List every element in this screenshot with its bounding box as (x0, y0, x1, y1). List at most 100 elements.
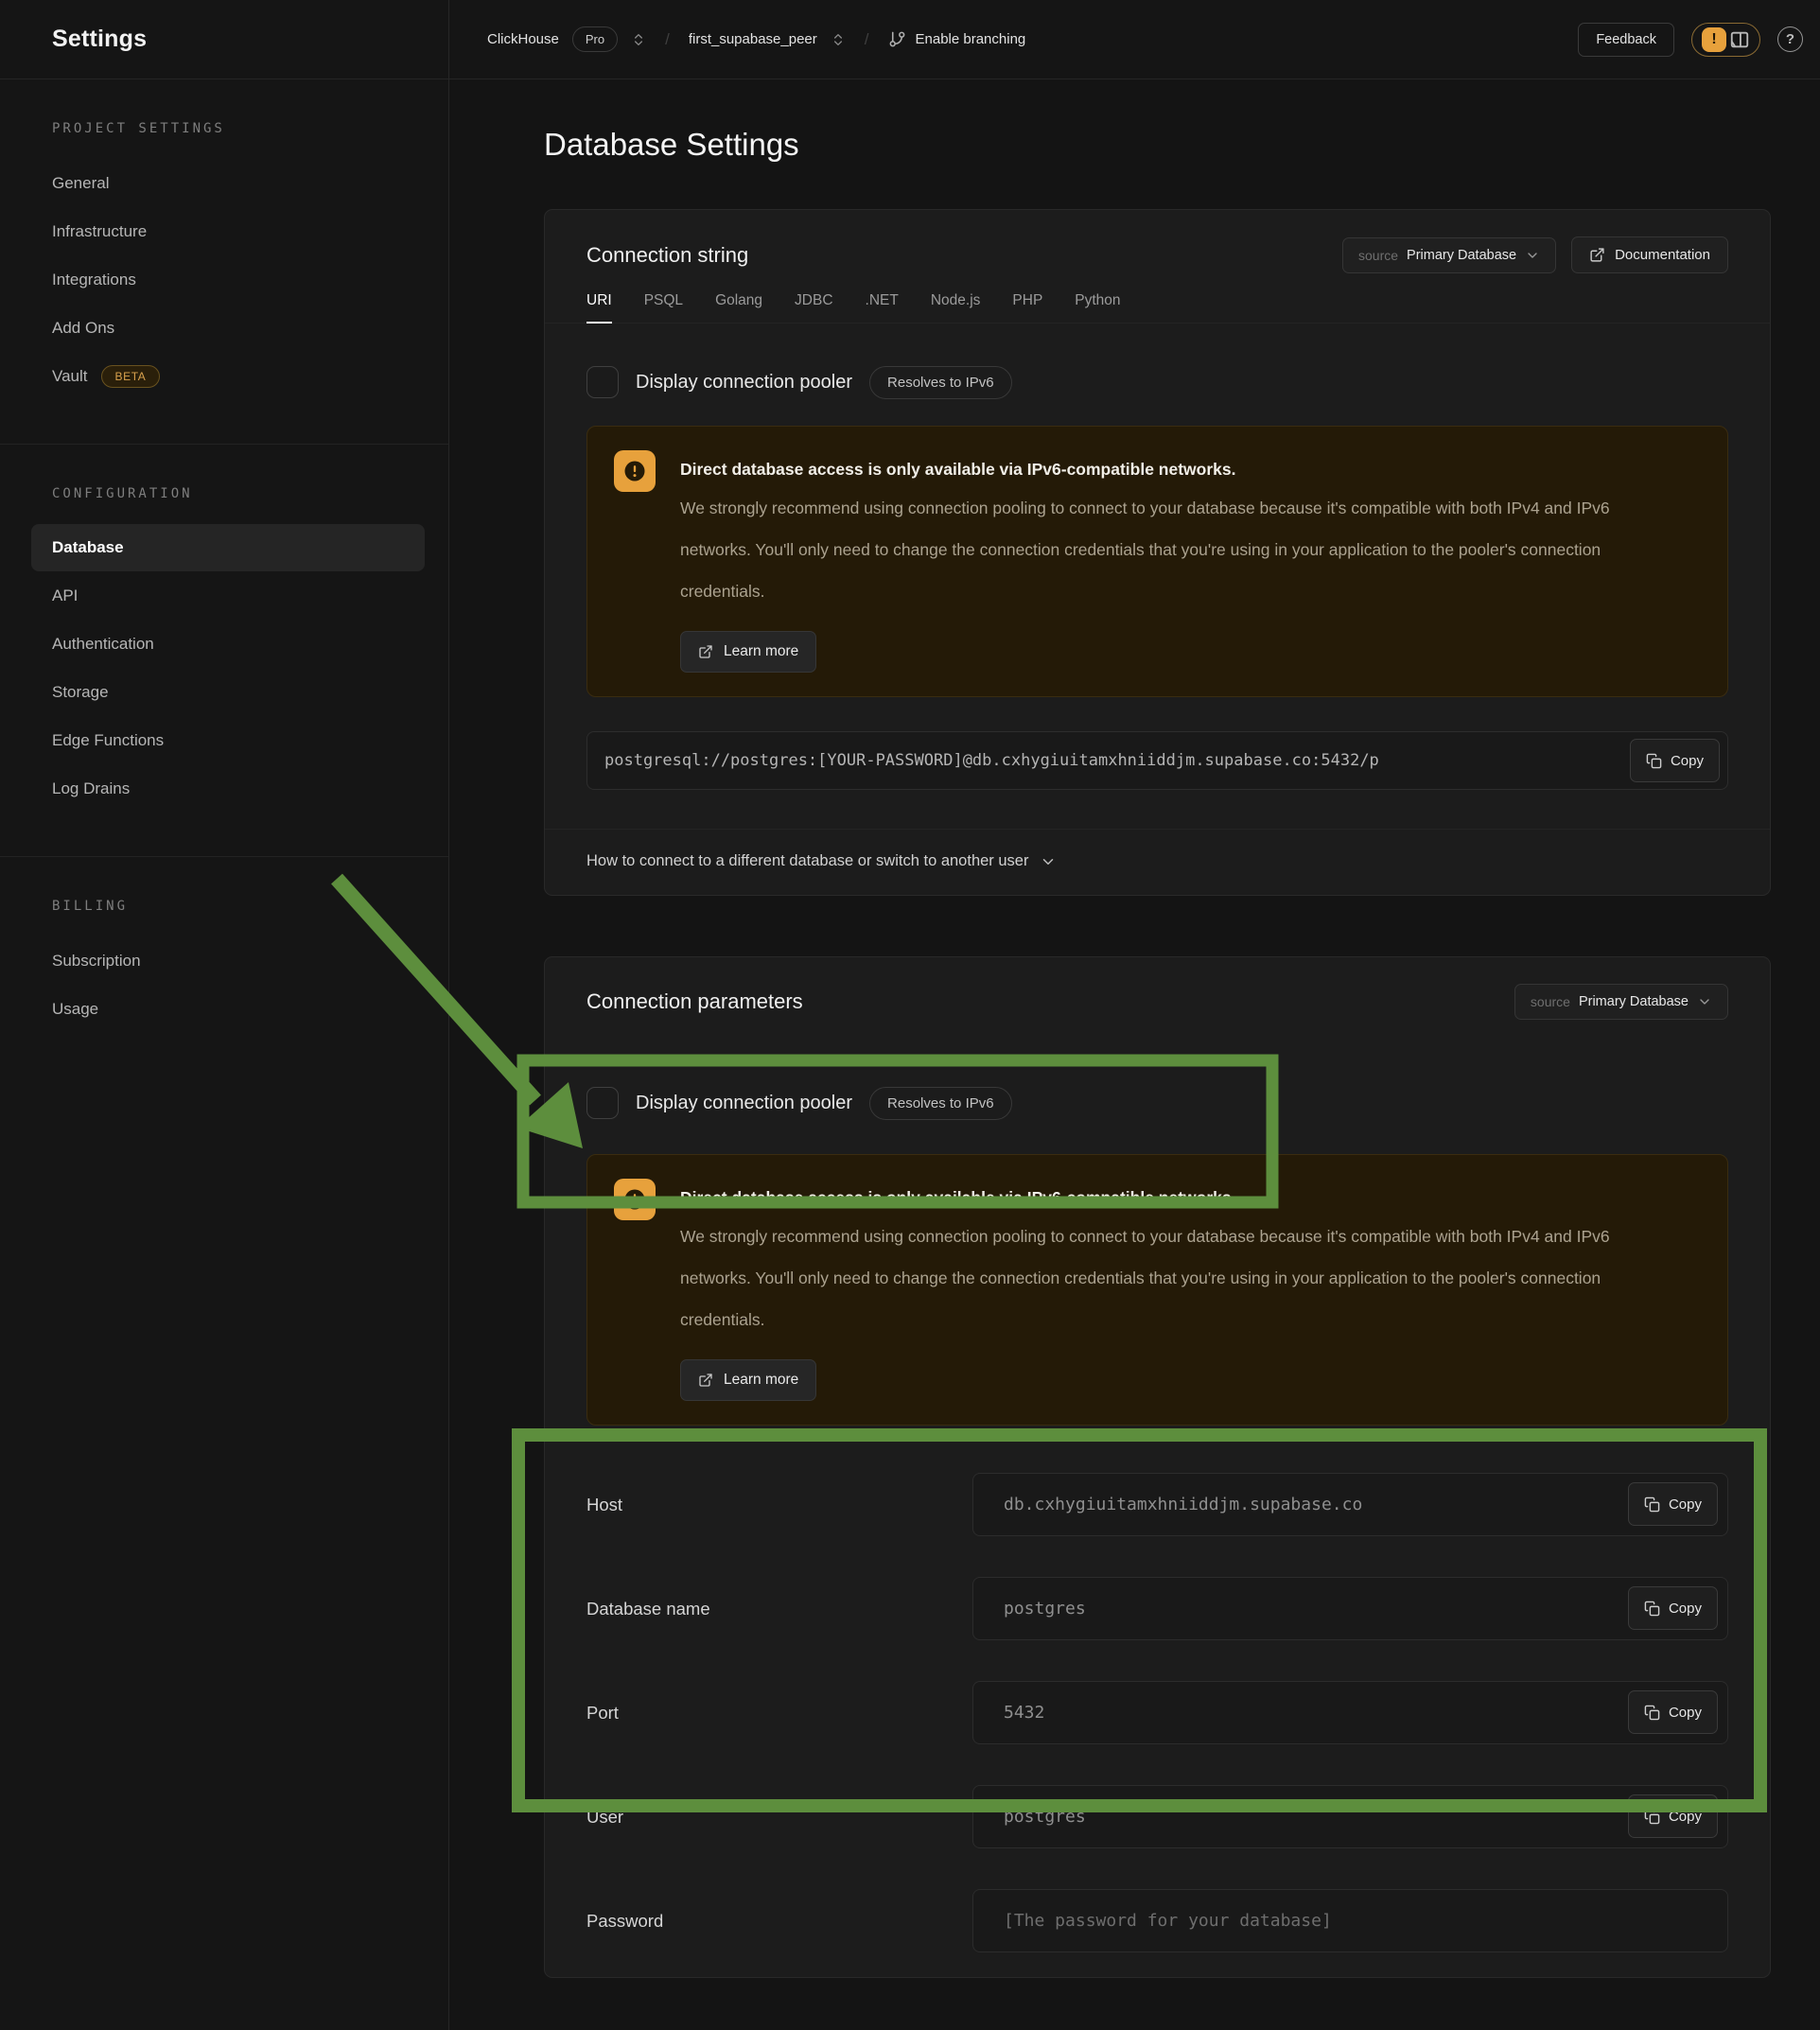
copy-icon (1644, 1809, 1660, 1825)
tab-psql[interactable]: PSQL (644, 292, 683, 324)
pooler-label: Display connection pooler (636, 372, 852, 394)
copy-icon (1644, 1705, 1660, 1721)
source-select[interactable]: source Primary Database (1342, 237, 1556, 273)
settings-title: Settings (52, 26, 147, 53)
topbar: ClickHouse Pro / first_supabase_peer / E… (449, 0, 1820, 79)
sidebar-header: Settings (0, 0, 448, 79)
sidebar-item-vault[interactable]: Vault BETA (52, 352, 425, 400)
sidebar-item-log-drains[interactable]: Log Drains (52, 764, 425, 813)
chevron-down-icon (1525, 248, 1540, 263)
panel-icon (1729, 29, 1750, 50)
port-row: Port 5432 Copy (586, 1681, 1728, 1744)
breadcrumb-separator: / (859, 30, 875, 49)
help-icon[interactable]: ? (1777, 26, 1803, 52)
chevron-down-icon (1697, 994, 1712, 1009)
main-content: Database Settings Connection string sour… (449, 79, 1820, 2030)
sidebar-item-general[interactable]: General (52, 159, 425, 207)
warning-title: Direct database access is only available… (680, 460, 1631, 480)
learn-more-button[interactable]: Learn more (680, 631, 816, 673)
sidebar-item-add-ons[interactable]: Add Ons (52, 304, 425, 352)
tab-uri[interactable]: URI (586, 292, 612, 324)
copy-user-button[interactable]: Copy (1628, 1794, 1718, 1838)
pooler-label: Display connection pooler (636, 1093, 852, 1114)
org-name[interactable]: ClickHouse (487, 31, 559, 47)
sidebar-item-infrastructure[interactable]: Infrastructure (52, 207, 425, 255)
learn-more-button[interactable]: Learn more (680, 1359, 816, 1401)
tab-php[interactable]: PHP (1012, 292, 1042, 324)
connection-parameters-title: Connection parameters (586, 989, 803, 1014)
copy-uri-button[interactable]: Copy (1630, 739, 1720, 782)
connect-help-expander[interactable]: How to connect to a different database o… (545, 829, 1770, 895)
alert-badge-icon: ! (1702, 27, 1726, 52)
sidebar-item-api[interactable]: API (52, 571, 425, 620)
section-label: CONFIGURATION (52, 486, 425, 501)
sidebar-item-edge-functions[interactable]: Edge Functions (52, 716, 425, 764)
git-branch-icon (888, 30, 906, 48)
org-switcher-chevrons-icon[interactable] (631, 32, 646, 47)
warning-icon (614, 450, 656, 492)
external-link-icon (1589, 247, 1605, 263)
port-label: Port (586, 1703, 972, 1724)
host-field[interactable]: db.cxhygiuitamxhniiddjm.supabase.co Copy (972, 1473, 1728, 1536)
user-row: User postgres Copy (586, 1785, 1728, 1848)
tab-golang[interactable]: Golang (715, 292, 762, 324)
ipv6-warning-panel: Direct database access is only available… (586, 426, 1728, 697)
connection-string-tabs: URI PSQL Golang JDBC .NET Node.js PHP Py… (545, 292, 1770, 324)
chevron-down-icon (1040, 853, 1057, 870)
tab-python[interactable]: Python (1075, 292, 1120, 324)
external-link-icon (698, 1373, 713, 1388)
copy-port-button[interactable]: Copy (1628, 1690, 1718, 1734)
sidebar-item-subscription[interactable]: Subscription (52, 936, 425, 985)
sidebar-item-database[interactable]: Database (31, 524, 425, 571)
sidebar-section-project-settings: PROJECT SETTINGS General Infrastructure … (0, 79, 448, 444)
port-field[interactable]: 5432 Copy (972, 1681, 1728, 1744)
topbar-actions: Feedback ! ? (1578, 23, 1803, 57)
uri-text: postgresql://postgres:[YOUR-PASSWORD]@db… (604, 751, 1379, 770)
resolves-to-ipv6-badge: Resolves to IPv6 (869, 366, 1012, 399)
sidebar-item-authentication[interactable]: Authentication (52, 620, 425, 668)
external-link-icon (698, 644, 713, 659)
password-label: Password (586, 1911, 972, 1932)
sidebar-item-usage[interactable]: Usage (52, 985, 425, 1033)
tab-jdbc[interactable]: JDBC (795, 292, 832, 324)
tab-nodejs[interactable]: Node.js (931, 292, 981, 324)
copy-database-name-button[interactable]: Copy (1628, 1586, 1718, 1630)
warning-body: We strongly recommend using connection p… (680, 487, 1631, 612)
sidebar: Settings PROJECT SETTINGS General Infras… (0, 0, 449, 2030)
notifications-button[interactable]: ! (1691, 23, 1760, 57)
enable-branching-button[interactable]: Enable branching (888, 30, 1026, 48)
database-name-field[interactable]: postgres Copy (972, 1577, 1728, 1640)
display-connection-pooler-checkbox[interactable] (586, 366, 619, 398)
plan-badge[interactable]: Pro (572, 26, 618, 52)
sidebar-section-billing: BILLING Subscription Usage (0, 857, 448, 1076)
source-select[interactable]: source Primary Database (1514, 984, 1728, 1020)
tab-dotnet[interactable]: .NET (866, 292, 899, 324)
sidebar-item-storage[interactable]: Storage (52, 668, 425, 716)
connection-string-card: Connection string source Primary Databas… (544, 209, 1771, 896)
copy-icon (1646, 753, 1662, 769)
copy-host-button[interactable]: Copy (1628, 1482, 1718, 1526)
project-name[interactable]: first_supabase_peer (689, 31, 817, 47)
project-switcher-chevrons-icon[interactable] (831, 32, 846, 47)
display-connection-pooler-checkbox[interactable] (586, 1087, 619, 1119)
connection-string-value[interactable]: postgresql://postgres:[YOUR-PASSWORD]@db… (586, 731, 1728, 790)
section-label: BILLING (52, 899, 425, 914)
password-field[interactable]: [The password for your database] (972, 1889, 1728, 1952)
warning-icon (614, 1179, 656, 1220)
resolves-to-ipv6-badge: Resolves to IPv6 (869, 1087, 1012, 1120)
feedback-button[interactable]: Feedback (1578, 23, 1674, 57)
sidebar-section-configuration: CONFIGURATION Database API Authenticatio… (0, 445, 448, 856)
database-name-row: Database name postgres Copy (586, 1577, 1728, 1640)
ipv6-warning-panel: Direct database access is only available… (586, 1154, 1728, 1426)
breadcrumb-separator: / (659, 30, 675, 49)
page-title: Database Settings (544, 127, 1771, 163)
section-label: PROJECT SETTINGS (52, 121, 425, 136)
copy-icon (1644, 1601, 1660, 1617)
warning-title: Direct database access is only available… (680, 1188, 1631, 1208)
documentation-button[interactable]: Documentation (1571, 236, 1728, 273)
host-label: Host (586, 1495, 972, 1515)
sidebar-item-integrations[interactable]: Integrations (52, 255, 425, 304)
connection-parameters-card: Connection parameters source Primary Dat… (544, 956, 1771, 1978)
database-name-label: Database name (586, 1599, 972, 1619)
user-field[interactable]: postgres Copy (972, 1785, 1728, 1848)
